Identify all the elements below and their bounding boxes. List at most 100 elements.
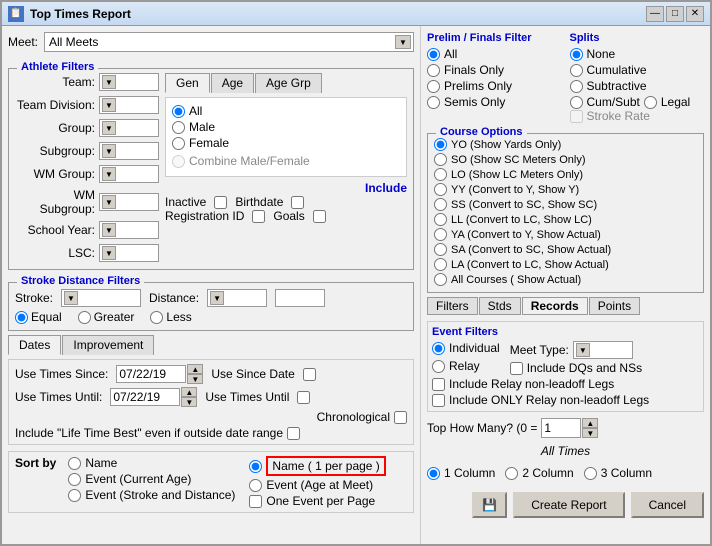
pf-all-radio[interactable]: [427, 48, 440, 61]
pf-semis-radio[interactable]: [427, 96, 440, 109]
wm-subgroup-combo-arrow[interactable]: ▼: [102, 195, 116, 209]
tab-stds[interactable]: Stds: [479, 297, 521, 315]
use-until-up[interactable]: ▲: [181, 387, 197, 397]
team-combo-arrow[interactable]: ▼: [102, 75, 116, 89]
subgroup-combo[interactable]: ▼: [99, 142, 159, 160]
splits-legal-radio[interactable]: [644, 96, 657, 109]
course-radio-8[interactable]: [434, 258, 447, 271]
distance-combo[interactable]: ▼: [207, 289, 267, 307]
use-until-checkbox[interactable]: [297, 391, 310, 404]
inactive-checkbox[interactable]: [214, 196, 227, 209]
use-since-up[interactable]: ▲: [187, 364, 203, 374]
comparison-row: Equal Greater Less: [15, 310, 407, 324]
only-relay-non-leadoff-checkbox[interactable]: [432, 394, 445, 407]
create-report-button[interactable]: Create Report: [513, 492, 624, 518]
save-button[interactable]: 💾: [472, 492, 507, 518]
tab-dates[interactable]: Dates: [8, 335, 61, 355]
tab-filters[interactable]: Filters: [427, 297, 478, 315]
meet-type-combo[interactable]: ▼: [573, 341, 633, 359]
team-division-combo[interactable]: ▼: [99, 96, 159, 114]
top-how-many-input[interactable]: [541, 418, 581, 438]
distance-text-input[interactable]: [275, 289, 325, 307]
stroke-combo[interactable]: ▼: [61, 289, 141, 307]
use-since-date-checkbox[interactable]: [303, 368, 316, 381]
pf-prelims-radio[interactable]: [427, 80, 440, 93]
splits-cum-subt-radio[interactable]: [570, 96, 583, 109]
individual-radio[interactable]: [432, 342, 445, 355]
use-since-down[interactable]: ▼: [187, 374, 203, 384]
greater-radio[interactable]: [78, 311, 91, 324]
splits-cumulative-radio[interactable]: [570, 64, 583, 77]
group-combo-arrow[interactable]: ▼: [102, 121, 116, 135]
meet-type-combo-arrow[interactable]: ▼: [576, 343, 590, 357]
male-radio[interactable]: [172, 121, 185, 134]
sort-name-per-page-radio[interactable]: [249, 460, 262, 473]
school-year-combo-arrow[interactable]: ▼: [102, 223, 116, 237]
female-radio[interactable]: [172, 137, 185, 150]
tab-age-grp[interactable]: Age Grp: [255, 73, 322, 93]
life-best-checkbox[interactable]: [287, 427, 300, 440]
dates-content: Use Times Since: ▲ ▼ Use Since Date Us: [8, 359, 414, 445]
use-since-input[interactable]: [116, 365, 186, 383]
tab-records[interactable]: Records: [522, 297, 588, 315]
one-event-per-page-checkbox[interactable]: [249, 495, 262, 508]
maximize-button[interactable]: □: [666, 6, 684, 22]
course-radio-2[interactable]: [434, 168, 447, 181]
all-radio[interactable]: [172, 105, 185, 118]
course-radio-1[interactable]: [434, 153, 447, 166]
use-until-down[interactable]: ▼: [181, 397, 197, 407]
relay-radio[interactable]: [432, 360, 445, 373]
registration-id-checkbox[interactable]: [252, 210, 265, 223]
col2-radio[interactable]: [505, 467, 518, 480]
school-year-combo[interactable]: ▼: [99, 221, 159, 239]
top-how-many-up[interactable]: ▲: [582, 418, 598, 428]
tab-gen[interactable]: Gen: [165, 73, 210, 93]
tab-points[interactable]: Points: [589, 297, 640, 315]
group-combo[interactable]: ▼: [99, 119, 159, 137]
birthdate-checkbox[interactable]: [291, 196, 304, 209]
course-radio-4[interactable]: [434, 198, 447, 211]
splits-none-radio[interactable]: [570, 48, 583, 61]
wm-group-combo-arrow[interactable]: ▼: [102, 167, 116, 181]
top-how-many-down[interactable]: ▼: [582, 428, 598, 438]
course-radio-0[interactable]: [434, 138, 447, 151]
less-radio[interactable]: [150, 311, 163, 324]
use-until-input[interactable]: [110, 388, 180, 406]
sort-name-radio[interactable]: [68, 457, 81, 470]
course-option-row: YO (Show Yards Only): [434, 138, 697, 151]
relay-non-leadoff-checkbox[interactable]: [432, 378, 445, 391]
tab-improvement[interactable]: Improvement: [62, 335, 154, 355]
meet-combo[interactable]: All Meets ▼: [44, 32, 414, 52]
lsc-combo[interactable]: ▼: [99, 244, 159, 262]
include-dqs-checkbox[interactable]: [510, 362, 523, 375]
sort-event-age-at-meet-radio[interactable]: [249, 479, 262, 492]
course-radio-5[interactable]: [434, 213, 447, 226]
wm-subgroup-combo[interactable]: ▼: [99, 193, 159, 211]
meet-combo-arrow[interactable]: ▼: [395, 35, 411, 49]
cancel-button[interactable]: Cancel: [631, 492, 704, 518]
sort-event-stroke-radio[interactable]: [68, 489, 81, 502]
team-combo[interactable]: ▼: [99, 73, 159, 91]
sort-event-current-age-radio[interactable]: [68, 473, 81, 486]
team-division-combo-arrow[interactable]: ▼: [102, 98, 116, 112]
subgroup-combo-arrow[interactable]: ▼: [102, 144, 116, 158]
lsc-combo-arrow[interactable]: ▼: [102, 246, 116, 260]
col1-radio[interactable]: [427, 467, 440, 480]
minimize-button[interactable]: —: [646, 6, 664, 22]
pf-finals-radio[interactable]: [427, 64, 440, 77]
equal-radio[interactable]: [15, 311, 28, 324]
wm-group-combo[interactable]: ▼: [99, 165, 159, 183]
close-button[interactable]: ✕: [686, 6, 704, 22]
chronological-checkbox[interactable]: [394, 411, 407, 424]
col3-radio[interactable]: [584, 467, 597, 480]
distance-combo-arrow[interactable]: ▼: [210, 291, 224, 305]
course-radio-7[interactable]: [434, 243, 447, 256]
course-radio-9[interactable]: [434, 273, 447, 286]
goals-checkbox[interactable]: [313, 210, 326, 223]
course-radio-6[interactable]: [434, 228, 447, 241]
stroke-combo-arrow[interactable]: ▼: [64, 291, 78, 305]
splits-subtractive-radio[interactable]: [570, 80, 583, 93]
course-radio-3[interactable]: [434, 183, 447, 196]
tab-age[interactable]: Age: [211, 73, 254, 93]
relay-non-leadoff-row: Include Relay non-leadoff Legs: [432, 377, 699, 391]
